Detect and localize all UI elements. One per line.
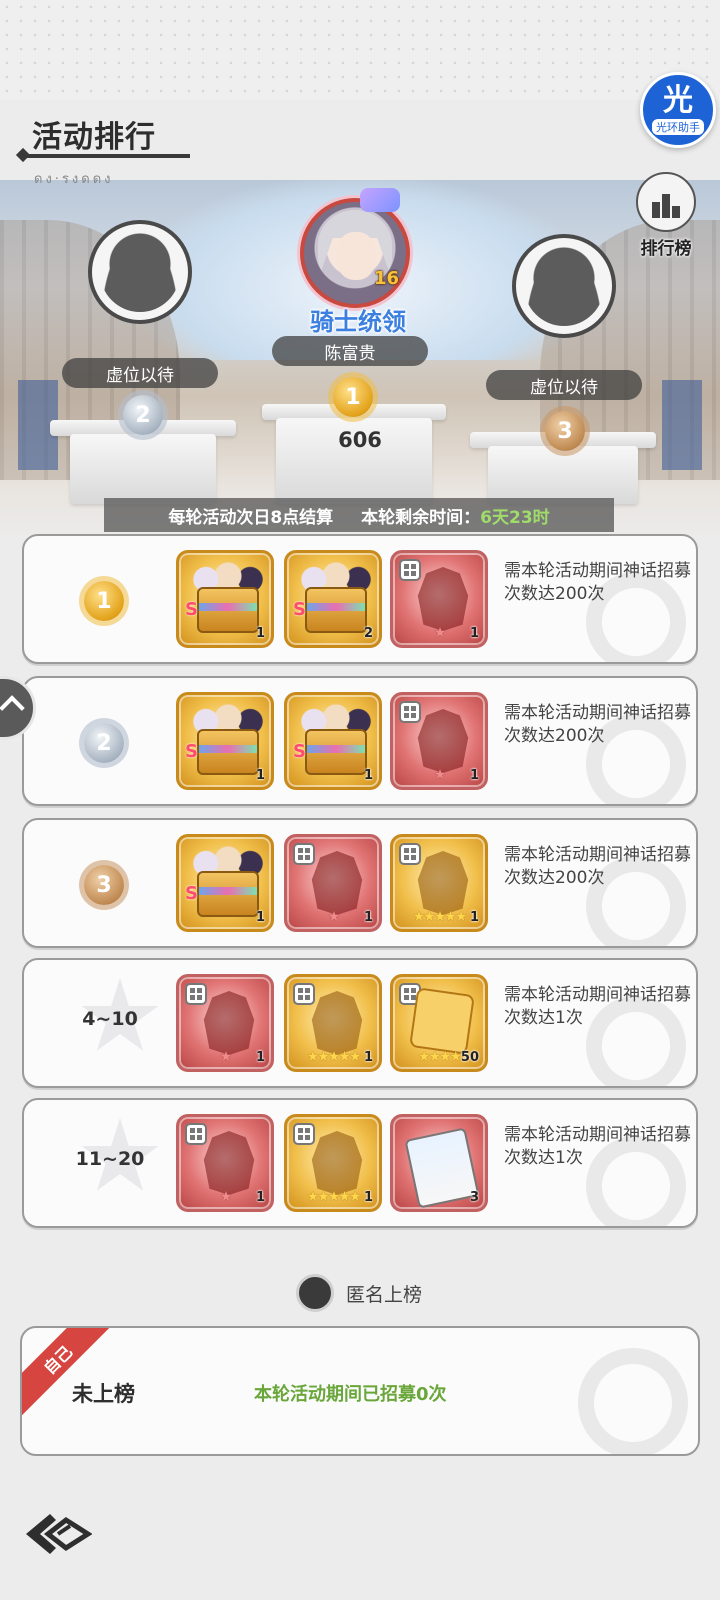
third-place-name: 虚位以待 [486, 370, 642, 400]
anonymous-toggle[interactable]: 匿名上榜 [296, 1274, 422, 1312]
reward-row: 2 S 1 S 1 ★ 1 需本轮活动期间神话招募次数达200次 [22, 676, 698, 806]
item-count: 1 [469, 626, 479, 641]
reward-item-gold-shard[interactable]: ★★★★★ 1 [390, 834, 488, 932]
reward-row: 11~20 ★ 1 ★★★★★ 1 3 需本轮活动期间神话招募次数达1次 [22, 1098, 698, 1228]
item-count: 50 [460, 1050, 479, 1065]
reward-item-chest[interactable]: S2 [284, 550, 382, 648]
title-subtitle: ดง·รงดดง [34, 172, 114, 187]
item-count: 2 [363, 626, 373, 641]
self-recruit-count: 本轮活动期间已招募0次 [254, 1384, 447, 1405]
reward-row: 4~10 ★ 1 ★★★★★ 1 ★★★★ 50 需本轮活动期间神话招募次数达1次 [22, 958, 698, 1088]
helper-icon: 光 [663, 83, 693, 118]
reward-item-red-shard[interactable]: ★ 1 [176, 974, 274, 1072]
reward-item-gold-shard[interactable]: ★★★★★ 1 [284, 974, 382, 1072]
title-underline [20, 154, 190, 158]
rank-range: 11~20 [75, 1148, 145, 1170]
rank-range: 4~10 [82, 1008, 138, 1030]
item-count: 1 [469, 768, 479, 783]
bronze-medal-icon: 3 [540, 406, 590, 456]
reward-requirement: 需本轮活动期间神话招募次数达200次 [504, 703, 691, 746]
reward-item-red-shard[interactable]: ★ 1 [390, 692, 488, 790]
second-pedestal-base [70, 434, 216, 504]
rank-medal-icon: 1 [72, 572, 136, 630]
empty-avatar-icon [100, 232, 180, 312]
reward-item-ticket[interactable]: 3 [390, 1114, 488, 1212]
self-rank-row: 自己 未上榜 本轮活动期间已招募0次 [20, 1326, 700, 1456]
item-count: 1 [255, 1190, 265, 1205]
reward-item-chest[interactable]: S1 [176, 692, 274, 790]
reward-item-puzzle[interactable]: ★★★★ 50 [390, 974, 488, 1072]
anonymous-toggle-icon[interactable] [296, 1274, 334, 1312]
first-place-score: 606 [338, 428, 382, 452]
anonymous-label: 匿名上榜 [346, 1283, 423, 1306]
self-status: 未上榜 [72, 1382, 135, 1406]
remaining-time: 本轮剩余时间：6天23时 [361, 507, 550, 528]
item-count: 3 [469, 1190, 479, 1205]
item-count: 1 [255, 768, 265, 783]
item-count: 1 [363, 910, 373, 925]
empty-avatar-icon [524, 246, 604, 326]
podium-icon [636, 172, 696, 232]
reward-item-red-shard[interactable]: ★ 1 [390, 550, 488, 648]
item-count: 1 [469, 910, 479, 925]
reward-item-red-shard[interactable]: ★ 1 [284, 834, 382, 932]
reward-item-red-shard[interactable]: ★ 1 [176, 1114, 274, 1212]
reward-row: 3 S 1 ★ 1 ★★★★★ 1 需本轮活动期间神话招募次数达200次 [22, 818, 698, 948]
item-count: 1 [363, 768, 373, 783]
settlement-info-bar: 每轮活动次日8点结算 本轮剩余时间：6天23时 [104, 498, 614, 532]
item-count: 1 [363, 1190, 373, 1205]
reward-requirement: 需本轮活动期间神话招募次数达1次 [504, 1125, 691, 1168]
third-place-avatar[interactable] [512, 234, 616, 338]
item-count: 1 [363, 1050, 373, 1065]
reward-requirement: 需本轮活动期间神话招募次数达200次 [504, 561, 691, 604]
reward-item-chest[interactable]: S1 [284, 692, 382, 790]
item-count: 1 [255, 910, 265, 925]
second-place-name: 虚位以待 [62, 358, 218, 388]
top-pattern [0, 0, 720, 100]
first-place-avatar[interactable]: 16 [300, 188, 410, 308]
rank-medal-icon: 2 [72, 714, 136, 772]
reward-item-chest[interactable]: S1 [176, 550, 274, 648]
item-count: 1 [255, 626, 265, 641]
champion-title: 骑士统领 [310, 308, 406, 336]
back-arrow-icon[interactable] [22, 1508, 92, 1558]
helper-app-button[interactable]: 光 光环助手 [640, 72, 716, 148]
reward-requirement: 需本轮活动期间神话招募次数达1次 [504, 985, 691, 1028]
item-count: 1 [255, 1050, 265, 1065]
leaderboard-label: 排行榜 [640, 239, 692, 259]
helper-label: 光环助手 [652, 119, 704, 135]
reward-item-gold-shard[interactable]: ★★★★★ 1 [284, 1114, 382, 1212]
gold-medal-icon: 1 [328, 372, 378, 422]
leaderboard-button[interactable]: 排行榜 [626, 172, 706, 259]
reward-row: 1 S 1 S 2 ★ 1 需本轮活动期间神话招募次数达200次 [22, 534, 698, 664]
second-place-avatar[interactable] [88, 220, 192, 324]
first-place-name: 陈富贵 [272, 336, 428, 366]
crown-icon [360, 188, 400, 212]
reward-item-chest[interactable]: S1 [176, 834, 274, 932]
reward-requirement: 需本轮活动期间神话招募次数达200次 [504, 845, 691, 888]
page-title: 活动排行 [32, 120, 156, 155]
player-level: 16 [374, 268, 400, 289]
rank-medal-icon: 3 [72, 856, 136, 914]
silver-medal-icon: 2 [118, 390, 168, 440]
settle-text: 每轮活动次日8点结算 [168, 507, 334, 528]
